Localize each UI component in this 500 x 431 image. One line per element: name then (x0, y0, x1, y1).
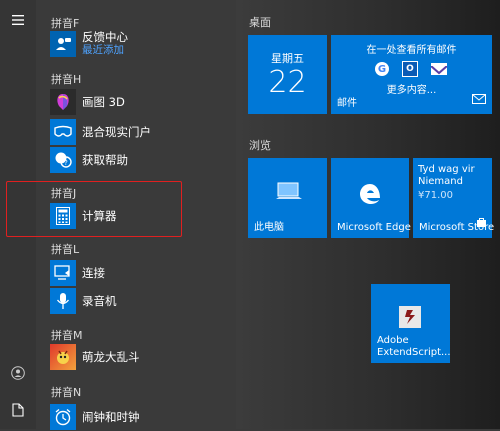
mixed-reality-icon (50, 119, 76, 145)
paint-3d-icon (50, 89, 76, 115)
app-label: 萌龙大乱斗 (82, 349, 140, 364)
calendar-day: 星期五 (271, 52, 304, 65)
app-mixed-reality[interactable]: 混合现实门户 (50, 118, 220, 146)
app-label: 混合现实门户 (82, 124, 151, 139)
this-pc-icon (276, 182, 302, 206)
app-feedback-hub[interactable]: 反馈中心 最近添加 (50, 30, 220, 58)
app-label: 画图 3D (82, 94, 125, 109)
app-connect[interactable]: 连接 (50, 259, 220, 287)
dragon-game-icon (50, 344, 76, 370)
edge-name: Microsoft Edge (337, 222, 411, 233)
adobe-extendscript-icon (399, 306, 421, 328)
mail-tile[interactable]: 在一处查看所有邮件 G O 更多内容... 邮件 (331, 35, 492, 114)
store-icon (476, 213, 487, 232)
adobe-extendscript-tile[interactable]: Adobe ExtendScript... (371, 284, 451, 363)
feedback-hub-icon (50, 31, 76, 57)
mail-envelope-icon (472, 89, 486, 108)
alarms-clock-icon (50, 404, 76, 430)
group-header-m[interactable]: 拼音M (51, 327, 83, 343)
section-title-browse[interactable]: 浏览 (249, 137, 271, 153)
recently-added-label: 最近添加 (82, 44, 124, 56)
group-header-n[interactable]: 拼音N (51, 384, 81, 400)
calendar-tile[interactable]: 星期五 22 (248, 35, 327, 114)
app-voice-recorder[interactable]: 录音机 (50, 287, 220, 315)
hamburger-icon[interactable] (6, 8, 30, 32)
get-help-icon: ? (50, 147, 76, 173)
store-price: ¥71.00 (418, 190, 453, 201)
app-dragon-game[interactable]: 萌龙大乱斗 (50, 343, 220, 371)
edge-tile[interactable]: Microsoft Edge (331, 158, 411, 238)
app-get-help[interactable]: ? 获取帮助 (50, 146, 220, 174)
app-label: 连接 (82, 265, 105, 280)
group-header-l[interactable]: 拼音L (51, 241, 79, 257)
store-product-name: Tyd wag vir Niemand (418, 164, 475, 187)
mail-heading: 在一处查看所有邮件 (366, 45, 457, 56)
google-icon: G (375, 62, 389, 76)
group-header-f[interactable]: 拼音F (51, 15, 79, 31)
this-pc-tile[interactable]: 此电脑 (248, 158, 327, 238)
connect-icon (50, 260, 76, 286)
calendar-date: 22 (268, 65, 307, 100)
user-icon[interactable] (6, 361, 30, 385)
this-pc-name: 此电脑 (254, 222, 284, 233)
group-header-h[interactable]: 拼音H (51, 71, 81, 87)
documents-icon[interactable] (6, 398, 30, 422)
app-alarms-clock[interactable]: 闹钟和时钟 (50, 403, 220, 431)
edge-icon (358, 182, 382, 210)
app-label: 获取帮助 (82, 152, 128, 167)
section-title-desktop[interactable]: 桌面 (249, 14, 271, 30)
adobe-extendscript-name: Adobe ExtendScript... (377, 335, 451, 358)
svg-text:?: ? (64, 159, 68, 167)
app-paint-3d[interactable]: 画图 3D (50, 88, 220, 116)
outlook-icon: O (402, 61, 418, 77)
app-label: 闹钟和时钟 (82, 409, 140, 424)
envelope-icon (430, 63, 448, 75)
voice-recorder-icon (50, 288, 76, 314)
app-label: 录音机 (82, 293, 117, 308)
app-label: 反馈中心 (82, 30, 128, 44)
calculator-highlight-box (6, 181, 182, 237)
mail-tile-name: 邮件 (337, 98, 357, 109)
store-tile[interactable]: Tyd wag vir Niemand ¥71.00 Microsoft Sto… (413, 158, 494, 238)
